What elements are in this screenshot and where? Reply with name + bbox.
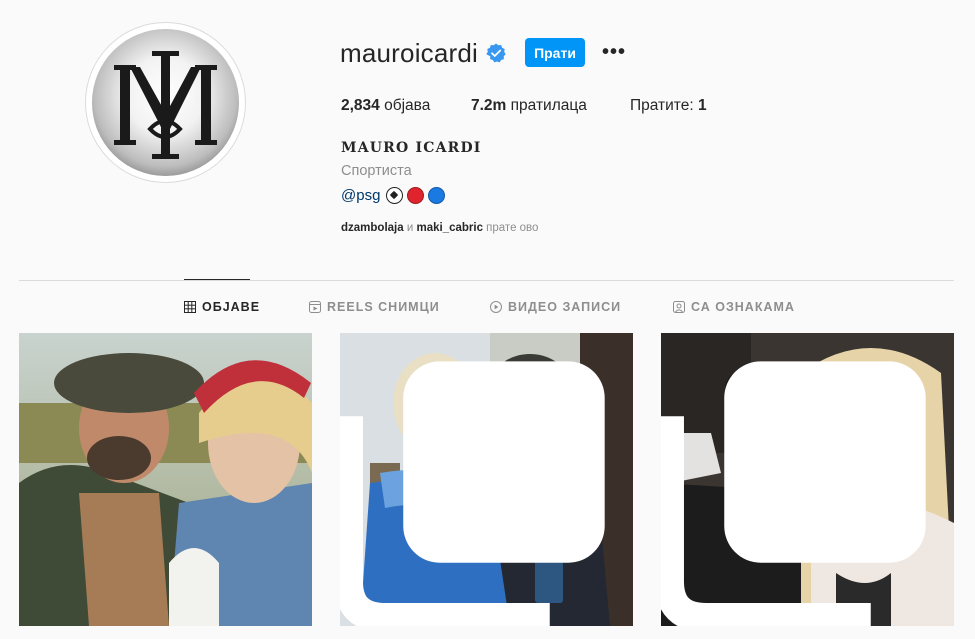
couple-selfie-photo [19, 333, 312, 626]
post-thumbnail[interactable] [19, 333, 312, 626]
tab-videos[interactable]: ВИДЕО ЗАПИСИ [490, 300, 621, 314]
followed-by-user-2[interactable]: maki_cabric [416, 222, 483, 234]
bio-mention-link[interactable]: @psg [341, 187, 380, 204]
following-count: 1 [697, 97, 707, 114]
multiple-photos-icon [661, 361, 926, 626]
tab-tagged[interactable]: СА ОЗНАКАМА [673, 300, 795, 314]
tab-posts[interactable]: ОБЈАВЕ [184, 300, 260, 314]
followed-by[interactable]: dzambolaja и maki_cabric прате ово [341, 222, 538, 234]
follow-button[interactable]: Прати [525, 38, 585, 67]
stat-following[interactable]: Пратите: 1 [630, 97, 707, 115]
followed-by-user-1[interactable]: dzambolaja [341, 222, 404, 234]
followers-count: 7.2m [471, 97, 507, 114]
tagged-icon [673, 301, 685, 313]
tab-posts-label: ОБЈАВЕ [202, 300, 261, 314]
stat-posts: 2,834 објава [341, 97, 430, 115]
tabs-divider [19, 280, 954, 281]
profile-avatar[interactable] [85, 22, 246, 183]
red-circle-icon [407, 186, 425, 204]
tab-reels[interactable]: REELS СНИМЦИ [309, 300, 440, 314]
followers-label: пратилаца [506, 97, 587, 114]
mi-logo-avatar [92, 29, 239, 176]
active-tab-indicator [184, 279, 250, 280]
post-thumbnail[interactable] [340, 333, 633, 626]
soccer-ball-icon [386, 186, 404, 204]
profile-bio: @psg [341, 184, 446, 206]
multiple-photos-icon [340, 361, 605, 626]
profile-category: Спортиста [341, 163, 412, 179]
tab-tagged-label: СА ОЗНАКАМА [691, 300, 795, 314]
more-options-button[interactable]: ••• [601, 40, 627, 64]
profile-full-name: MAURO ICARDI [341, 140, 482, 156]
reels-icon [309, 301, 321, 313]
following-label: Пратите: [630, 97, 698, 114]
posts-label: објава [379, 97, 431, 114]
blue-circle-icon [428, 186, 446, 204]
stat-followers[interactable]: 7.2m пратилаца [471, 97, 587, 115]
posts-count: 2,834 [341, 97, 380, 114]
followed-by-conj: и [403, 222, 417, 234]
post-thumbnail[interactable] [661, 333, 954, 626]
tab-videos-label: ВИДЕО ЗАПИСИ [508, 300, 622, 314]
followed-by-suffix: прате ово [482, 222, 539, 234]
verified-badge-icon [486, 43, 506, 63]
tab-reels-label: REELS СНИМЦИ [327, 300, 440, 314]
grid-icon [184, 301, 196, 313]
profile-username: mauroicardi [340, 38, 479, 68]
video-icon [490, 301, 502, 313]
